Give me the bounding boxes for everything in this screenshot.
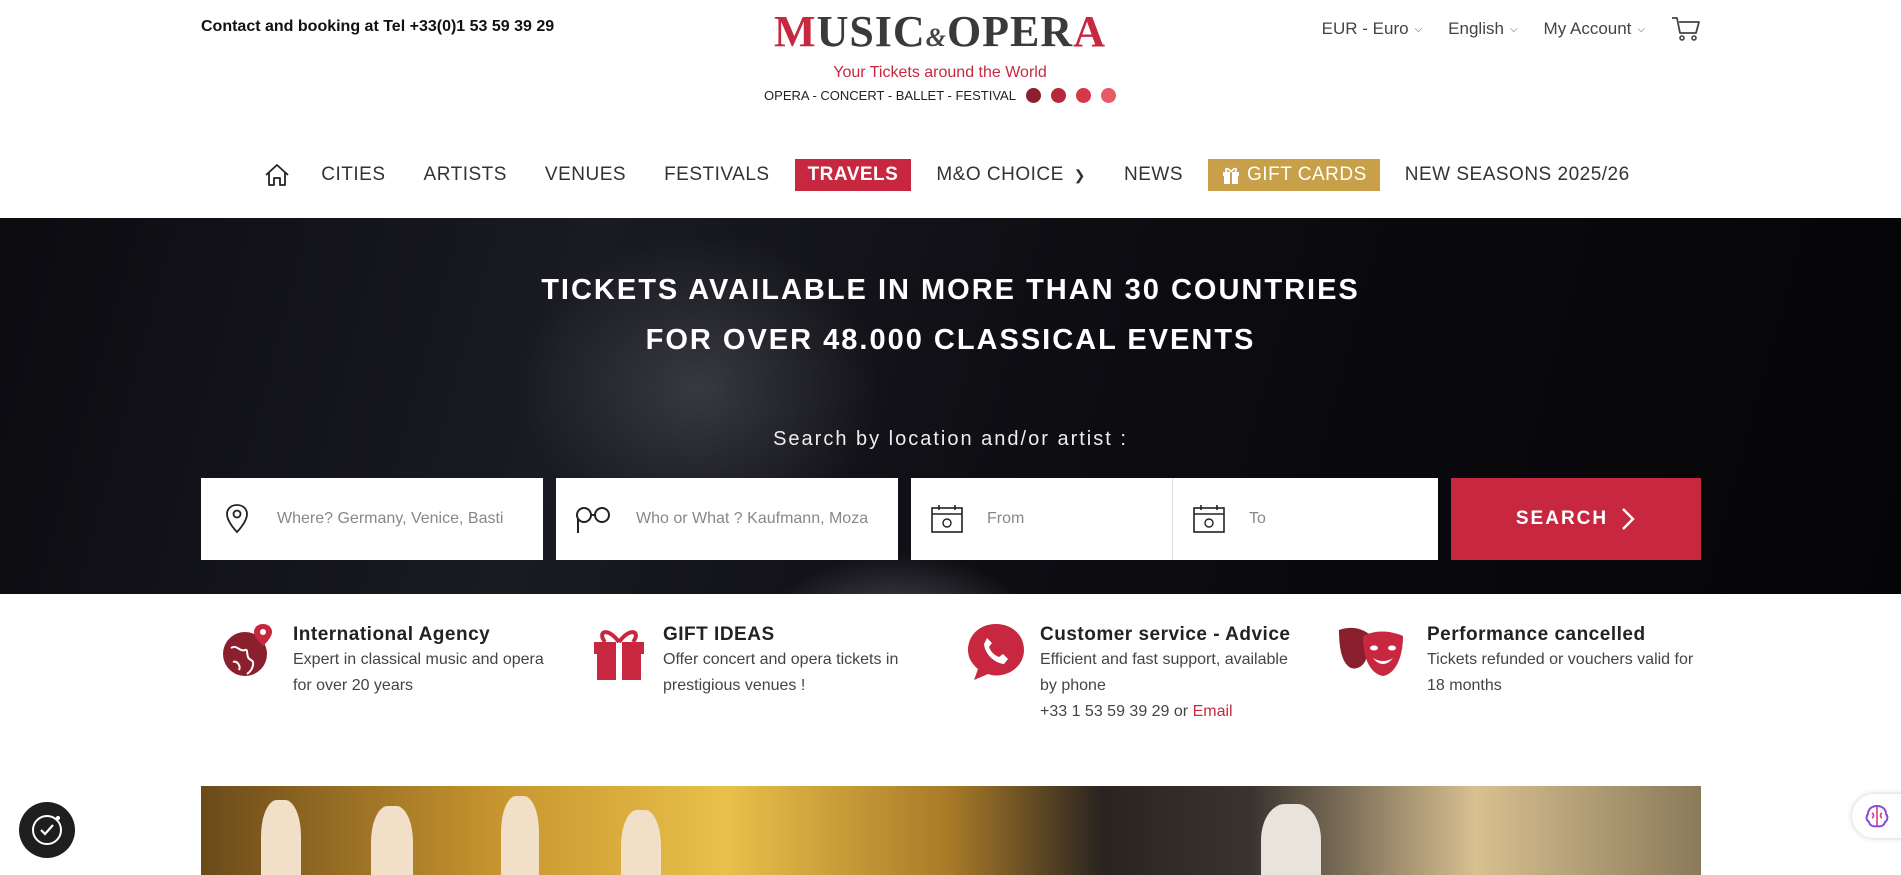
to-date-input[interactable]	[1247, 509, 1438, 529]
feature-customer-service: Customer service - Advice Efficient and …	[966, 622, 1306, 725]
hero-section: TICKETS AVAILABLE IN MORE THAN 30 COUNTR…	[0, 218, 1901, 594]
chevron-down-icon: ❯	[1073, 166, 1087, 183]
who-input[interactable]	[634, 509, 898, 529]
nav-travels[interactable]: TRAVELS	[794, 159, 912, 191]
logo-categories: OPERA - CONCERT - BALLET - FESTIVAL	[760, 88, 1120, 103]
nav-festivals[interactable]: FESTIVALS	[651, 159, 783, 191]
search-button[interactable]: SEARCH	[1451, 478, 1701, 560]
language-selector[interactable]: English ⌵	[1448, 19, 1517, 39]
cart-icon[interactable]	[1671, 16, 1701, 42]
dancer-figure	[1261, 804, 1321, 875]
feature-contact-line: +33 1 53 59 39 29 or Email	[1040, 699, 1306, 725]
feature-text: Tickets refunded or vouchers valid for 1…	[1427, 651, 1694, 694]
logo-categories-text: OPERA - CONCERT - BALLET - FESTIVAL	[764, 88, 1016, 103]
logo-dot	[1050, 88, 1066, 103]
logo-title: MUSIC&OPERA	[760, 8, 1120, 62]
feature-title: GIFT IDEAS	[663, 624, 775, 645]
feature-text: Expert in classical music and opera for …	[293, 651, 544, 694]
nav-gift-cards[interactable]: GIFT CARDS	[1208, 159, 1380, 191]
ai-assistant-button[interactable]	[1852, 794, 1901, 838]
logo-dot	[1075, 88, 1091, 103]
header: Contact and booking at Tel +33(0)1 53 59…	[0, 0, 1901, 120]
currency-label: EUR - Euro	[1321, 19, 1409, 38]
feature-text: Efficient and fast support, available by…	[1040, 651, 1288, 694]
feature-title: International Agency	[293, 624, 491, 645]
home-icon	[265, 164, 289, 186]
dancer-figure	[621, 810, 661, 875]
logo-word-music: MUSIC	[774, 7, 926, 56]
feature-performance-cancelled: Performance cancelled Tickets refunded o…	[1337, 622, 1701, 699]
feature-gift-ideas: GIFT IDEAS Offer concert and opera ticke…	[589, 622, 939, 699]
logo-dot	[1025, 88, 1041, 103]
opera-glasses-icon	[576, 507, 610, 533]
feature-text: Offer concert and opera tickets in prest…	[663, 651, 899, 694]
features-section: International Agency Expert in classical…	[201, 622, 1701, 762]
account-menu[interactable]: My Account ⌵	[1544, 19, 1645, 39]
customer-service-phone[interactable]: +33 1 53 59 39 29 or	[1040, 703, 1193, 720]
nav-venues[interactable]: VENUES	[532, 159, 639, 191]
cookie-check-icon	[32, 815, 62, 845]
brain-icon	[1865, 804, 1889, 828]
feature-international-agency: International Agency Expert in classical…	[219, 622, 559, 699]
currency-selector[interactable]: EUR - Euro ⌵	[1322, 19, 1423, 39]
search-label: Search by location and/or artist :	[773, 428, 1128, 450]
where-input[interactable]	[275, 509, 543, 529]
feature-title: Performance cancelled	[1427, 624, 1646, 645]
hero-headline-1: TICKETS AVAILABLE IN MORE THAN 30 COUNTR…	[541, 274, 1360, 306]
featured-banner-image[interactable]	[201, 786, 1701, 875]
calendar-icon	[931, 505, 963, 533]
chevron-down-icon: ⌵	[1509, 23, 1518, 35]
gift-icon	[1223, 167, 1240, 184]
nav-artists[interactable]: ARTISTS	[411, 159, 520, 191]
header-tools: EUR - Euro ⌵ English ⌵ My Account ⌵	[1322, 16, 1701, 42]
gift-icon	[594, 630, 644, 680]
nav-mo-choice[interactable]: M&O CHOICE ❯	[923, 159, 1099, 191]
main-nav: CITIES ARTISTS VENUES FESTIVALS TRAVELS …	[0, 158, 1901, 192]
where-field[interactable]	[201, 478, 543, 560]
contact-phone[interactable]: Contact and booking at Tel +33(0)1 53 59…	[201, 18, 554, 36]
nav-news[interactable]: NEWS	[1111, 159, 1196, 191]
from-date-input[interactable]	[985, 509, 1172, 529]
account-label: My Account	[1543, 19, 1632, 38]
logo-tagline: Your Tickets around the World	[833, 64, 1047, 81]
nav-mo-choice-label: M&O CHOICE	[936, 164, 1064, 185]
dancer-figure	[261, 800, 301, 875]
who-field[interactable]	[556, 478, 898, 560]
chevron-down-icon: ⌵	[1637, 23, 1645, 35]
nav-new-seasons[interactable]: NEW SEASONS 2025/26	[1392, 159, 1643, 191]
globe-pin-icon	[223, 624, 272, 676]
chevron-right-icon	[1622, 508, 1635, 530]
search-button-label: SEARCH	[1515, 508, 1609, 529]
chevron-down-icon: ⌵	[1414, 23, 1423, 35]
site-logo[interactable]: MUSIC&OPERA Your Tickets around the Worl…	[760, 8, 1120, 103]
dancer-figure	[501, 796, 539, 875]
logo-ampersand: &	[925, 23, 947, 52]
calendar-icon	[1193, 505, 1225, 533]
dancer-figure	[371, 806, 413, 875]
language-label: English	[1448, 19, 1504, 38]
theater-masks-icon	[1339, 627, 1403, 676]
cookie-consent-button[interactable]	[19, 802, 75, 858]
nav-gift-cards-label: GIFT CARDS	[1247, 164, 1367, 185]
phone-bubble-icon	[968, 624, 1024, 680]
nav-cities[interactable]: CITIES	[308, 159, 398, 191]
hero-headline-2: FOR OVER 48.000 CLASSICAL EVENTS	[645, 324, 1256, 356]
location-pin-icon	[226, 504, 248, 534]
feature-title: Customer service - Advice	[1040, 624, 1291, 645]
logo-word-opera: OPERA	[946, 7, 1106, 56]
logo-dot	[1100, 88, 1116, 103]
from-date-field[interactable]	[911, 478, 1173, 560]
to-date-field[interactable]	[1173, 478, 1438, 560]
search-bar: SEARCH	[201, 478, 1701, 560]
nav-home[interactable]	[258, 163, 296, 187]
email-link[interactable]: Email	[1193, 703, 1233, 720]
